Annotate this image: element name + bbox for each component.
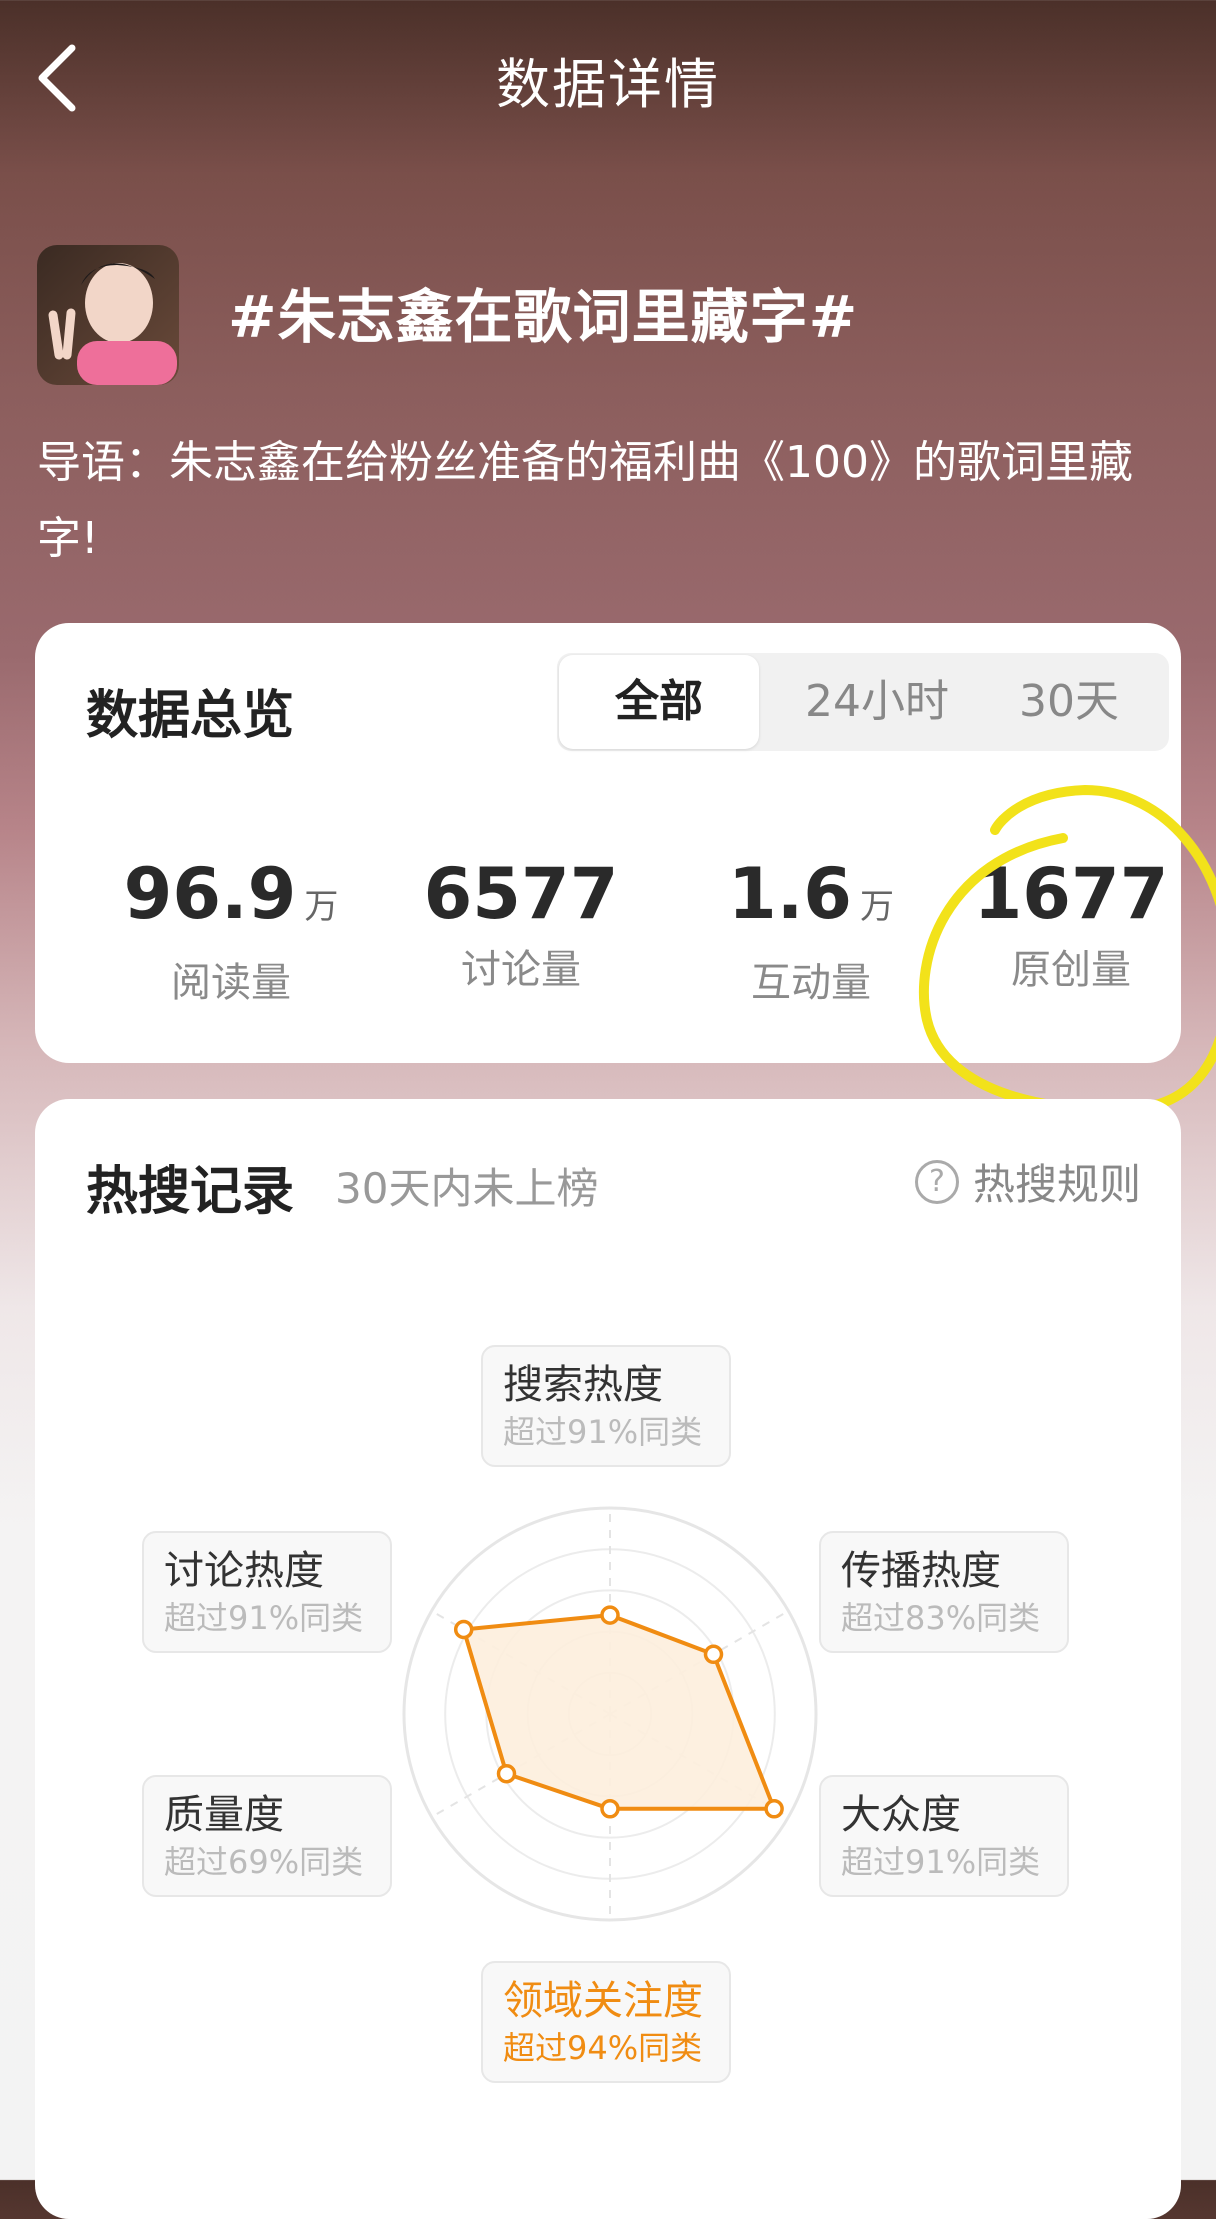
metric-desc: 超过69%同类 [164,1843,364,1881]
data-overview-card: 数据总览 全部 24小时 30天 96.9 万 阅读量 6577 讨论量 1.6 万… [35,623,1181,1063]
radar-point-4 [496,1763,517,1784]
tab-30d[interactable]: 30天 [979,653,1159,751]
metric-desc: 超过91%同类 [164,1599,364,1637]
stat-value: 96.9 [123,853,297,935]
hot-search-title: 热搜记录 [86,1162,295,1222]
metric-desc: 超过83%同类 [841,1599,1041,1637]
overview-title: 数据总览 [86,686,295,746]
stat-value: 1677 [973,853,1169,935]
topic-avatar [37,245,179,385]
topic-intro: 导语：朱志鑫在给粉丝准备的福利曲《100》的歌词里藏字! [37,437,1133,564]
hot-search-card: 热搜记录 30天内未上榜 ? 热搜规则 搜索热度 超过91%同类 传播热度 超过… [35,1099,1181,2219]
rules-label: 热搜规则 [972,1160,1141,1209]
metric-name: 大众度 [841,1792,961,1838]
metric-popularity: 大众度 超过91%同类 [819,1775,1069,1897]
stat-discussions: 6577 讨论量 [381,853,661,995]
metric-name: 讨论热度 [164,1548,324,1594]
radar-point-2 [764,1799,784,1819]
stat-interactions: 1.6 万 互动量 [671,853,951,1008]
stat-unit: 万 [304,887,339,927]
metric-desc: 超过91%同类 [503,1413,703,1451]
stat-value: 1.6 [727,853,852,935]
metric-desc: 超过94%同类 [503,2029,703,2067]
metric-name: 传播热度 [841,1548,1001,1594]
stat-value: 6577 [423,853,619,935]
metric-domain-attention: 领域关注度 超过94%同类 [481,1961,731,2083]
radar-point-0 [600,1605,620,1625]
stat-label: 互动量 [751,960,871,1006]
stat-original: 1677 原创量 [961,853,1181,995]
radar-point-5 [453,1619,474,1640]
help-icon: ? [914,1159,959,1204]
topic-title: #朱志鑫在歌词里藏字# [228,283,859,351]
metric-spread-heat: 传播热度 超过83%同类 [819,1531,1069,1653]
stat-label: 讨论量 [461,947,581,993]
stat-label: 原创量 [1011,947,1131,993]
tab-all[interactable]: 全部 [559,655,759,749]
stat-reads: 96.9 万 阅读量 [91,853,371,1008]
metric-name: 领域关注度 [503,1978,703,2024]
metric-search-heat: 搜索热度 超过91%同类 [481,1345,731,1467]
metric-desc: 超过91%同类 [841,1843,1041,1881]
metric-name: 质量度 [164,1792,284,1838]
radar-point-3 [600,1799,620,1819]
tab-24h[interactable]: 24小时 [777,653,977,751]
stat-unit: 万 [860,887,894,927]
hot-search-rules-link[interactable]: ? 热搜规则 [914,1151,1141,1212]
metric-discussion-heat: 讨论热度 超过91%同类 [142,1531,392,1653]
radar-point-1 [703,1644,724,1665]
time-range-tabs: 全部 24小时 30天 [557,653,1169,751]
radar-chart [402,1506,818,1922]
stat-label: 阅读量 [171,960,291,1006]
page-title: 数据详情 [496,53,720,116]
metric-quality: 质量度 超过69%同类 [142,1775,392,1897]
metric-name: 搜索热度 [503,1362,663,1408]
hot-search-subtitle: 30天内未上榜 [335,1164,599,1213]
